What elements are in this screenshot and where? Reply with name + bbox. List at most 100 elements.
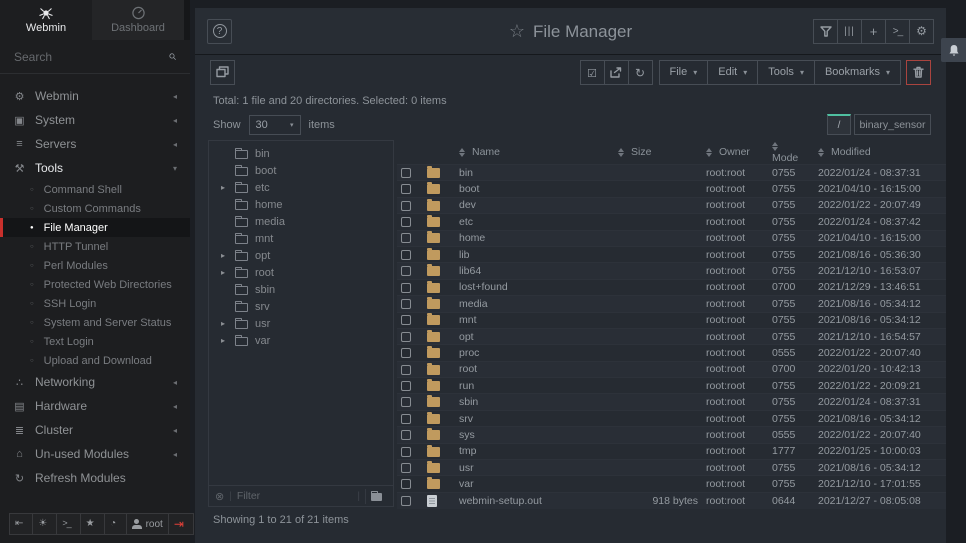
row-checkbox[interactable]	[401, 266, 411, 276]
row-checkbox[interactable]	[401, 332, 411, 342]
sidebar-footer-button[interactable]	[56, 513, 80, 535]
tree-item[interactable]: var	[209, 332, 393, 349]
sidebar-category[interactable]: Hardware	[0, 394, 190, 418]
filter-button[interactable]	[813, 19, 838, 44]
col-mode[interactable]: Mode	[768, 140, 814, 165]
row-checkbox[interactable]	[401, 168, 411, 178]
sidebar-category[interactable]: Refresh Modules	[0, 466, 190, 490]
file-name-link[interactable]: usr	[459, 462, 474, 474]
file-name-link[interactable]: proc	[459, 347, 479, 359]
sidebar-footer-button[interactable]	[104, 513, 127, 535]
row-checkbox[interactable]	[401, 201, 411, 211]
col-size[interactable]: Size	[614, 140, 702, 165]
table-row[interactable]: srv root:root 0755 2021/08/16 - 05:34:12	[397, 410, 946, 426]
tree-item[interactable]: etc	[209, 179, 393, 196]
expand-arrow-icon[interactable]	[221, 319, 228, 328]
sidebar-category[interactable]: Un-used Modules	[0, 442, 190, 466]
tree-filter-input[interactable]	[237, 490, 353, 502]
row-checkbox[interactable]	[401, 479, 411, 489]
tab-dashboard[interactable]: Dashboard	[92, 0, 184, 40]
sidebar-item[interactable]: File Manager	[0, 218, 190, 237]
sidebar-item[interactable]: Custom Commands	[0, 199, 190, 218]
table-row[interactable]: etc root:root 0755 2022/01/24 - 08:37:42	[397, 214, 946, 230]
table-row[interactable]: bin root:root 0755 2022/01/24 - 08:37:31	[397, 165, 946, 181]
row-checkbox[interactable]	[401, 414, 411, 424]
row-checkbox[interactable]	[401, 283, 411, 293]
file-name-link[interactable]: mnt	[459, 314, 477, 326]
file-name-link[interactable]: var	[459, 478, 474, 490]
row-checkbox[interactable]	[401, 447, 411, 457]
tree-item[interactable]: bin	[209, 145, 393, 162]
settings-button[interactable]	[909, 19, 934, 44]
search-input[interactable]	[14, 50, 169, 64]
sidebar-category[interactable]: Cluster	[0, 418, 190, 442]
file-name-link[interactable]: media	[459, 298, 488, 310]
sidebar-item[interactable]: HTTP Tunnel	[0, 237, 190, 256]
columns-button[interactable]	[837, 19, 862, 44]
table-row[interactable]: lib64 root:root 0755 2021/12/10 - 16:53:…	[397, 263, 946, 279]
table-row[interactable]: tmp root:root 1777 2022/01/25 - 10:00:03	[397, 443, 946, 459]
sidebar-item[interactable]: System and Server Status	[0, 313, 190, 332]
sidebar-item[interactable]: Command Shell	[0, 180, 190, 199]
row-checkbox[interactable]	[401, 463, 411, 473]
table-row[interactable]: var root:root 0755 2021/12/10 - 17:01:55	[397, 476, 946, 492]
table-row[interactable]: lib root:root 0755 2021/08/16 - 05:36:30	[397, 246, 946, 262]
row-checkbox[interactable]	[401, 233, 411, 243]
table-row[interactable]: webmin-setup.out 918 bytes root:root 064…	[397, 492, 946, 508]
sidebar-category[interactable]: System	[0, 108, 190, 132]
expand-arrow-icon[interactable]	[221, 183, 228, 192]
file-name-link[interactable]: sys	[459, 429, 475, 441]
trash-button[interactable]	[906, 60, 931, 85]
tree-item[interactable]: srv	[209, 298, 393, 315]
file-name-link[interactable]: opt	[459, 331, 474, 343]
col-name[interactable]: Name	[455, 140, 614, 165]
expand-arrow-icon[interactable]	[221, 268, 228, 277]
file-name-link[interactable]: bin	[459, 167, 473, 179]
sidebar-item[interactable]: Upload and Download	[0, 351, 190, 370]
share-button[interactable]	[604, 60, 629, 85]
breadcrumb-root[interactable]: /	[827, 114, 851, 135]
file-name-link[interactable]: run	[459, 380, 474, 392]
file-name-link[interactable]: lib64	[459, 265, 481, 277]
row-checkbox[interactable]	[401, 315, 411, 325]
row-checkbox[interactable]	[401, 397, 411, 407]
row-checkbox[interactable]	[401, 217, 411, 227]
row-checkbox[interactable]	[401, 184, 411, 194]
file-name-link[interactable]: boot	[459, 183, 479, 195]
row-checkbox[interactable]	[401, 381, 411, 391]
page-size-select[interactable]: 30	[249, 115, 301, 135]
sidebar-footer-button[interactable]: root	[126, 513, 169, 535]
help-button[interactable]	[207, 19, 232, 44]
sidebar-footer-button[interactable]	[9, 513, 33, 535]
table-row[interactable]: usr root:root 0755 2021/08/16 - 05:34:12	[397, 460, 946, 476]
expand-arrow-icon[interactable]	[221, 251, 228, 260]
clear-filter-icon[interactable]	[215, 490, 224, 503]
table-row[interactable]: run root:root 0755 2022/01/22 - 20:09:21	[397, 378, 946, 394]
notifications-button[interactable]	[941, 38, 966, 62]
tab-webmin[interactable]: Webmin	[0, 0, 92, 40]
table-row[interactable]: sys root:root 0555 2022/01/22 - 20:07:40	[397, 427, 946, 443]
file-name-link[interactable]: lost+found	[459, 281, 508, 293]
file-name-link[interactable]: webmin-setup.out	[459, 495, 542, 507]
create-button[interactable]	[861, 19, 886, 44]
file-name-link[interactable]: root	[459, 363, 477, 375]
sidebar-footer-button[interactable]	[168, 513, 194, 535]
row-checkbox[interactable]	[401, 430, 411, 440]
sidebar-category[interactable]: Servers	[0, 132, 190, 156]
tree-folder-button[interactable]	[365, 489, 387, 504]
expand-arrow-icon[interactable]	[221, 336, 228, 345]
table-row[interactable]: proc root:root 0555 2022/01/22 - 20:07:4…	[397, 345, 946, 361]
table-row[interactable]: media root:root 0755 2021/08/16 - 05:34:…	[397, 296, 946, 312]
sidebar-footer-button[interactable]	[32, 513, 57, 535]
file-name-link[interactable]: srv	[459, 413, 473, 425]
file-name-link[interactable]: home	[459, 232, 485, 244]
table-row[interactable]: mnt root:root 0755 2021/08/16 - 05:34:12	[397, 312, 946, 328]
table-row[interactable]: lost+found root:root 0700 2021/12/29 - 1…	[397, 279, 946, 295]
sidebar-item[interactable]: Text Login	[0, 332, 190, 351]
sidebar-item[interactable]: SSH Login	[0, 294, 190, 313]
tree-item[interactable]: mnt	[209, 230, 393, 247]
file-name-link[interactable]: tmp	[459, 445, 477, 457]
col-modified[interactable]: Modified	[814, 140, 946, 165]
sidebar-category[interactable]: Tools	[0, 156, 190, 180]
row-checkbox[interactable]	[401, 299, 411, 309]
